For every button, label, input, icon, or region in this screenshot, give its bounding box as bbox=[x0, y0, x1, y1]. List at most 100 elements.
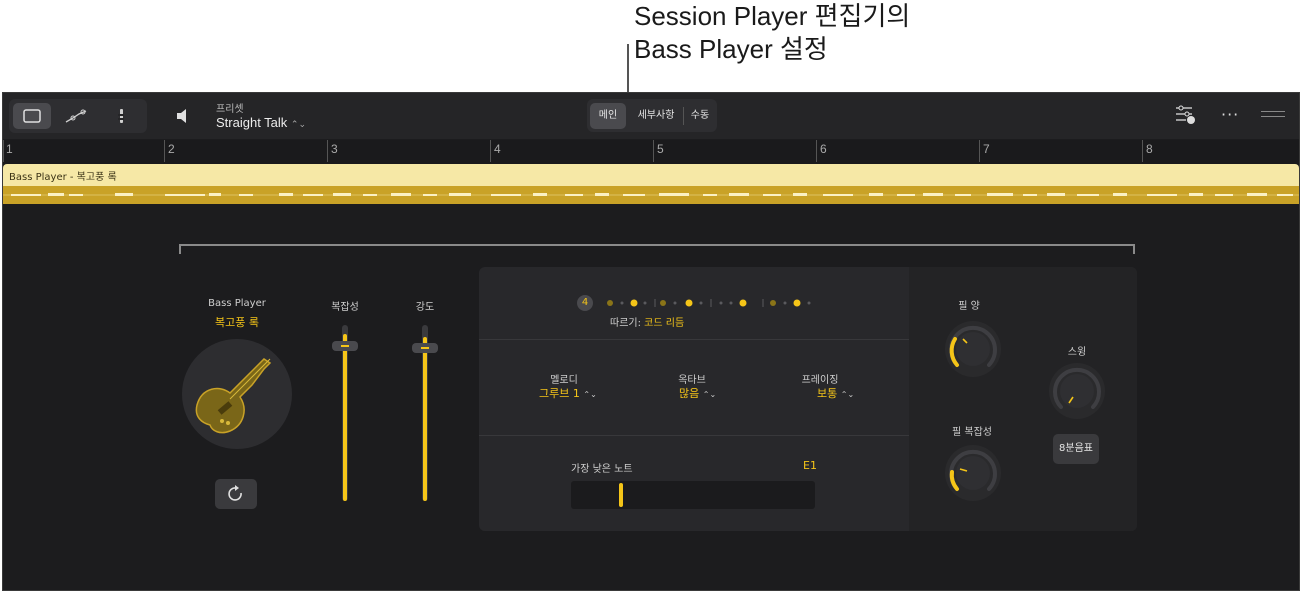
notation-view-button[interactable] bbox=[103, 103, 141, 129]
knob-arc bbox=[949, 449, 997, 491]
tab-manual[interactable]: 수동 bbox=[685, 103, 715, 129]
octave-label: 옥타브 bbox=[678, 375, 706, 386]
panel-divider bbox=[479, 339, 909, 340]
bar-number: 4 bbox=[494, 142, 501, 156]
bar-tick bbox=[816, 140, 817, 162]
melody-label: 멜로디 bbox=[550, 375, 578, 386]
lowest-note-label: 가장 낮은 노트 bbox=[571, 464, 633, 475]
editor-toolbar: 프리셋 Straight Talk ⌃⌄ 메인 세부사항 수동 ··· bbox=[3, 93, 1299, 139]
automation-view-button[interactable] bbox=[57, 103, 95, 129]
phrasing-label: 프레이징 bbox=[801, 375, 839, 386]
timeline-ruler[interactable]: 1 2 3 4 5 6 7 8 bbox=[3, 140, 1299, 164]
preset-label: 프리셋 bbox=[216, 104, 244, 115]
bar-number: 6 bbox=[820, 142, 827, 156]
complexity-slider-fill bbox=[343, 333, 347, 501]
tab-main-label: 메인 bbox=[598, 110, 618, 121]
tab-details-label: 세부사항 bbox=[637, 110, 675, 121]
knob-arc bbox=[949, 325, 997, 367]
fill-amount-knob[interactable] bbox=[945, 321, 1001, 377]
octave-selector[interactable]: 많음 ⌃⌄ bbox=[679, 385, 716, 401]
more-options-icon[interactable]: ··· bbox=[1221, 105, 1239, 124]
player-name: Bass Player bbox=[208, 298, 266, 309]
player-avatar[interactable] bbox=[182, 339, 292, 449]
drag-handle-line-1[interactable] bbox=[1261, 111, 1285, 112]
bar-tick bbox=[3, 140, 4, 162]
settings-bracket bbox=[179, 244, 1135, 254]
bar-number: 8 bbox=[1146, 142, 1153, 156]
automation-curve-icon bbox=[65, 109, 87, 123]
follow-setting[interactable]: 따르기: 코드 리듬 bbox=[610, 314, 684, 329]
chevron-updown-icon: ⌃⌄ bbox=[583, 390, 597, 399]
thumb-marker bbox=[421, 347, 429, 349]
view-switcher bbox=[9, 99, 147, 133]
bar-number: 3 bbox=[331, 142, 338, 156]
bar-number: 5 bbox=[657, 142, 664, 156]
fill-complexity-label: 필 복잡성 bbox=[952, 427, 992, 438]
notation-icon bbox=[118, 109, 124, 123]
swing-note-value: 8분음표 bbox=[1059, 443, 1093, 454]
follow-count-badge: 4 bbox=[577, 295, 593, 311]
swing-knob[interactable] bbox=[1049, 363, 1105, 419]
bar-tick bbox=[1142, 140, 1143, 162]
panel-divider bbox=[479, 435, 909, 436]
session-player-region-header[interactable]: Bass Player - 복고풍 록 bbox=[3, 164, 1299, 186]
region-name: Bass Player - 복고풍 록 bbox=[9, 172, 117, 183]
intensity-label: 강도 bbox=[415, 302, 435, 313]
complexity-slider-thumb[interactable] bbox=[332, 341, 358, 351]
preset-selector[interactable]: Straight Talk ⌃⌄ bbox=[216, 115, 306, 130]
single-view-icon bbox=[23, 109, 41, 123]
follow-value: 코드 리듬 bbox=[644, 318, 685, 329]
swing-label: 스윙 bbox=[1067, 347, 1087, 358]
rhythm-pattern-dots[interactable] bbox=[605, 297, 815, 309]
player-style: 복고풍 록 bbox=[215, 316, 259, 329]
refresh-icon bbox=[228, 485, 242, 501]
follow-label: 따르기: bbox=[610, 318, 641, 329]
complexity-label: 복잡성 bbox=[331, 302, 359, 313]
chevron-updown-icon: ⌃⌄ bbox=[840, 390, 855, 399]
chevron-updown-icon: ⌃⌄ bbox=[702, 390, 717, 399]
intensity-slider[interactable] bbox=[412, 325, 438, 501]
swing-note-value-button[interactable]: 8분음표 bbox=[1053, 434, 1099, 464]
callout-line-2: Bass Player 설정 bbox=[634, 34, 828, 64]
bar-tick bbox=[653, 140, 654, 162]
drag-handle-line-2[interactable] bbox=[1261, 116, 1285, 117]
regenerate-button[interactable] bbox=[215, 479, 257, 509]
tab-bar: 메인 세부사항 수동 bbox=[587, 99, 717, 132]
settings-sliders-icon[interactable] bbox=[1173, 104, 1199, 126]
phrasing-selector[interactable]: 보통 ⌃⌄ bbox=[817, 385, 854, 401]
tab-main[interactable]: 메인 bbox=[590, 103, 626, 129]
session-player-editor: 프리셋 Straight Talk ⌃⌄ 메인 세부사항 수동 ··· 1 2 … bbox=[2, 92, 1300, 591]
bar-tick bbox=[979, 140, 980, 162]
bar-number: 1 bbox=[6, 142, 13, 156]
bar-tick bbox=[327, 140, 328, 162]
bar-tick bbox=[164, 140, 165, 162]
melody-value: 그루브 1 bbox=[539, 387, 580, 400]
lowest-note-range[interactable] bbox=[571, 481, 815, 509]
bar-number: 2 bbox=[168, 142, 175, 156]
region-notes-graphic bbox=[3, 193, 1299, 196]
intensity-slider-fill bbox=[423, 337, 427, 501]
preset-value: Straight Talk bbox=[216, 115, 288, 130]
tab-divider bbox=[683, 107, 684, 125]
tab-manual-label: 수동 bbox=[690, 110, 710, 121]
bar-number: 7 bbox=[983, 142, 990, 156]
thumb-marker bbox=[341, 345, 349, 347]
speaker-icon[interactable] bbox=[173, 106, 195, 126]
bar-tick bbox=[490, 140, 491, 162]
complexity-slider[interactable] bbox=[332, 325, 358, 501]
melody-selector[interactable]: 그루브 1 ⌃⌄ bbox=[539, 385, 597, 401]
lowest-note-handle[interactable] bbox=[619, 483, 623, 507]
region-note-lane[interactable] bbox=[3, 186, 1299, 204]
fill-swing-panel: 필 양 필 복잡성 스윙 8분음표 bbox=[909, 267, 1137, 531]
fill-amount-label: 필 양 bbox=[958, 301, 980, 312]
phrasing-value: 보통 bbox=[817, 387, 838, 400]
callout-line-1: Session Player 편집기의 bbox=[634, 1, 911, 31]
fill-complexity-knob[interactable] bbox=[945, 445, 1001, 501]
bass-guitar-icon bbox=[195, 358, 272, 434]
knob-arc bbox=[1053, 367, 1101, 409]
intensity-slider-thumb[interactable] bbox=[412, 343, 438, 353]
octave-value: 많음 bbox=[679, 387, 700, 400]
tab-details[interactable]: 세부사항 bbox=[631, 103, 681, 129]
single-view-button[interactable] bbox=[13, 103, 51, 129]
callout-caption: Session Player 편집기의 Bass Player 설정 bbox=[634, 0, 910, 66]
